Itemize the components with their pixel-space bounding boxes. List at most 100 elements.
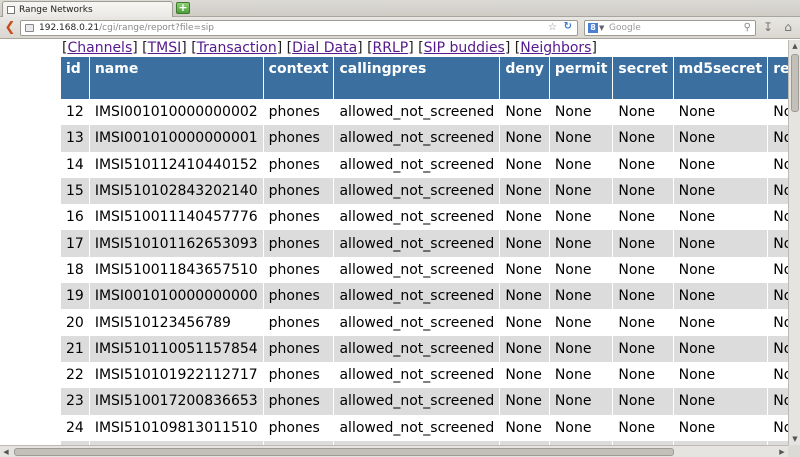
cell-permit: None (549, 99, 614, 126)
site-identity-icon[interactable] (25, 24, 34, 32)
cell-md5secret: None (673, 283, 769, 310)
page-favicon-icon (7, 5, 15, 14)
address-bar[interactable]: 192.168.0.21/cgi/range/report?file=sip ☆… (20, 20, 578, 36)
scroll-right-arrow-icon[interactable]: ▶ (777, 447, 787, 457)
cell-context: phones (263, 230, 335, 257)
browser-tab[interactable]: Range Networks (2, 1, 173, 17)
cell-remote: None (767, 125, 788, 152)
cell-name: IMSI510011140457776 (89, 204, 264, 231)
cell-context: phones (263, 256, 335, 284)
cell-name: IMSI510101922112717 (89, 361, 264, 389)
home-icon[interactable]: ⌂ (780, 20, 796, 36)
cell-permit: None (549, 151, 614, 178)
cell-md5secret: None (673, 204, 769, 231)
nav-link-rrlp[interactable]: RRLP (373, 40, 409, 56)
report-nav: [Channels] [TMSI] [Transaction] [Dial Da… (62, 40, 597, 56)
table-row: 18 IMSI510011843657510 phones allowed_not_s… (61, 256, 788, 284)
cell-permit: None (549, 125, 614, 152)
col-header-remote: remo (767, 57, 788, 99)
cell-md5secret: None (673, 414, 769, 441)
download-icon[interactable]: ↧ (760, 20, 776, 36)
cell-deny: None (499, 125, 550, 152)
tab-title: Range Networks (19, 4, 93, 15)
nav-link-neighbors[interactable]: Neighbors (520, 40, 591, 56)
cell-context: phones (263, 388, 335, 415)
search-engine-icon[interactable]: 8 (588, 23, 598, 33)
cell-deny: None (499, 388, 550, 415)
cell-remote: None (767, 204, 788, 231)
cell-secret: None (612, 283, 674, 310)
cell-name: IMSI510112410440152 (89, 151, 264, 178)
scroll-down-arrow-icon[interactable]: ▼ (790, 434, 800, 444)
vertical-scrollbar[interactable]: ▲ ▼ (788, 40, 800, 445)
cell-remote: None (767, 177, 788, 205)
cell-callingpres: allowed_not_screened (333, 388, 501, 415)
cell-callingpres: allowed_not_screened (333, 414, 501, 441)
col-header-callingpres: callingpres (333, 57, 501, 99)
cell-callingpres: allowed_not_screened (333, 361, 501, 389)
cell-callingpres: allowed_not_screened (333, 230, 501, 257)
cell-name: IMSI510109813011510 (89, 414, 264, 441)
scroll-left-arrow-icon[interactable]: ◀ (1, 447, 11, 457)
cell-permit: None (549, 204, 614, 231)
cell-secret: None (612, 125, 674, 152)
cell-md5secret: None (673, 256, 769, 284)
cell-secret: None (612, 388, 674, 415)
col-header-name: name (89, 57, 264, 99)
scroll-up-arrow-icon[interactable]: ▲ (790, 41, 800, 51)
table-row: 13 IMSI001010000000001 phones allowed_not_s… (61, 125, 788, 152)
col-header-permit: permit (549, 57, 614, 99)
cell-id: 19 (61, 283, 90, 310)
sip-report-table: id name context callingpres deny permit … (61, 57, 788, 445)
cell-secret: None (612, 177, 674, 205)
cell-deny: None (499, 204, 550, 231)
search-icon[interactable]: ⚲ (744, 21, 751, 35)
table-header-row: id name context callingpres deny permit … (61, 57, 788, 99)
cell-md5secret: None (673, 99, 769, 126)
table-row: 16 IMSI510011140457776 phones allowed_not_s… (61, 204, 788, 231)
horizontal-scrollbar[interactable]: ◀ ▶ (0, 445, 788, 457)
nav-link-dial-data[interactable]: Dial Data (292, 40, 357, 56)
reload-icon[interactable]: ↻ (564, 20, 572, 34)
cell-remote: None (767, 230, 788, 257)
cell-md5secret: None (673, 335, 769, 362)
table-row: 15 IMSI510102843202140 phones allowed_not_s… (61, 177, 788, 205)
cell-name: IMSI001010000000001 (89, 125, 264, 152)
cell-context: phones (263, 177, 335, 205)
table-row: 19 IMSI001010000000000 phones allowed_not_s… (61, 283, 788, 310)
cell-remote: None (767, 283, 788, 310)
table-body: 12 IMSI001010000000002 phones allowed_not_s… (61, 99, 788, 445)
nav-link-tmsi[interactable]: TMSI (148, 40, 182, 56)
scrollbar-corner (788, 445, 800, 457)
cell-context: phones (263, 361, 335, 389)
cell-secret: None (612, 309, 674, 336)
table-row: 21 IMSI510110051157854 phones allowed_not_s… (61, 335, 788, 362)
cell-id: 12 (61, 99, 90, 126)
col-header-id: id (61, 57, 90, 99)
tab-bar: Range Networks + (0, 0, 800, 17)
new-tab-button[interactable]: + (176, 2, 190, 14)
cell-callingpres: allowed_not_screened (333, 283, 501, 310)
cell-context: phones (263, 204, 335, 231)
cell-md5secret: None (673, 361, 769, 389)
table-row: 17 IMSI510101162653093 phones allowed_not_s… (61, 230, 788, 257)
col-header-md5secret: md5secret (673, 57, 769, 99)
bookmark-star-icon[interactable]: ☆ (548, 21, 557, 35)
cell-context: phones (263, 125, 335, 152)
horizontal-scroll-thumb[interactable] (14, 448, 674, 456)
cell-id: 15 (61, 177, 90, 205)
cell-context: phones (263, 99, 335, 126)
url-path: /cgi/range/report?file=sip (99, 23, 214, 33)
search-input[interactable]: 8 ▼ Google ⚲ (584, 20, 756, 36)
cell-permit: None (549, 177, 614, 205)
cell-callingpres: allowed_not_screened (333, 256, 501, 284)
cell-remote: None (767, 99, 788, 126)
nav-link-sip-buddies[interactable]: SIP buddies (424, 40, 505, 56)
chevron-down-icon[interactable]: ▼ (599, 21, 604, 35)
vertical-scroll-thumb[interactable] (791, 54, 799, 112)
nav-link-transaction[interactable]: Transaction (197, 40, 277, 56)
cell-name: IMSI510102843202140 (89, 177, 264, 205)
back-arrow-icon[interactable]: ❮ (2, 20, 18, 36)
nav-link-channels[interactable]: Channels (67, 40, 132, 56)
cell-secret: None (612, 361, 674, 389)
